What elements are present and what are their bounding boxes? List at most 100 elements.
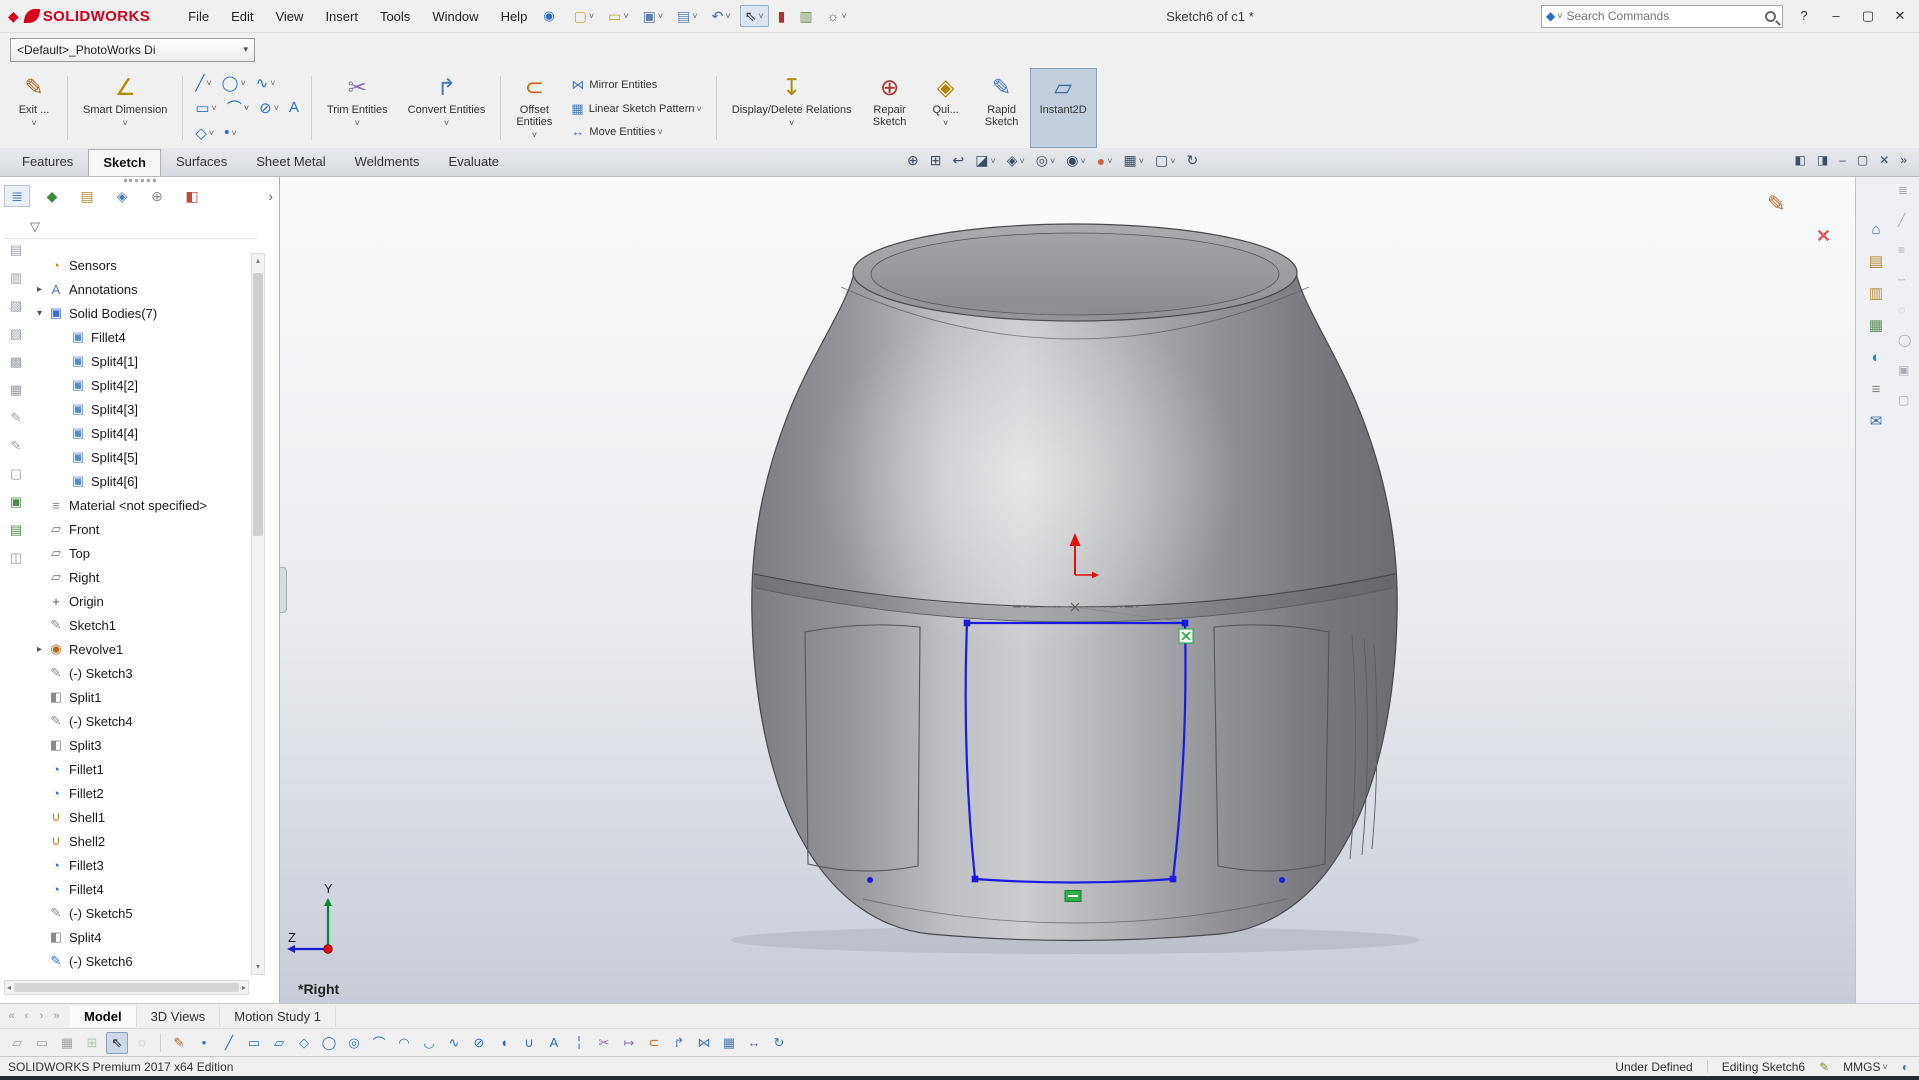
dropdown-caret-icon[interactable]: ˅ [943,118,948,128]
home-tab[interactable]: ⌂ [1861,217,1891,241]
close-button[interactable]: ✕ [1887,5,1913,27]
grid-settings-button[interactable]: ▦ [56,1032,78,1054]
circle-button[interactable]: ◯ [318,1032,340,1054]
file-explorer-tab[interactable]: ▥ [1861,281,1891,305]
move-entities-button[interactable]: ↔ Move Entities ˅ [566,121,706,142]
doc-close-button[interactable]: ✕ [1879,153,1889,167]
sketch-vertex[interactable] [971,875,979,883]
ellipse-tool-button[interactable]: ⊘ ˅ [254,97,284,119]
centerpoint-arc-tool-button[interactable]: ⌒ ˅ [222,95,254,120]
line-thickness-button[interactable]: ≡ [1898,241,1911,259]
centerline-button[interactable]: ╎ [568,1032,590,1054]
tree-item-sketch4[interactable]: ✎ (-) Sketch4 [30,709,249,733]
spline-tool-button[interactable]: ∿ ˅ [251,72,281,94]
scroll-left-icon[interactable]: ◂ [7,983,11,992]
tab-weldments[interactable]: Weldments [341,149,434,176]
doc-restore-button[interactable]: ▢ [1857,153,1868,167]
tree-item-right[interactable]: ▱ Right [30,565,249,589]
dropdown-caret-icon[interactable]: ˅ [789,118,794,128]
tree-item-split4-5[interactable]: ▣ Split4[5] [30,445,249,469]
tree-item-top[interactable]: ▱ Top [30,541,249,565]
collapse-arrow-icon[interactable]: ▾ [32,308,47,319]
tree-item-fillet3[interactable]: ◔ Fillet3 [30,853,249,877]
set-layer-button[interactable]: ▢ [1898,391,1911,409]
menu-view[interactable]: View [265,4,313,29]
tab-sheet-metal[interactable]: Sheet Metal [242,149,339,176]
view-orientation-button[interactable]: ◈ ˅ [1005,151,1027,170]
tree-item-fillet1[interactable]: ◔ Fillet1 [30,757,249,781]
linear-sketch-pattern-button[interactable]: ▦ Linear Sketch Pattern ˅ [566,98,706,120]
line-style-button[interactable]: ┄ [1898,271,1911,289]
tree-item-front[interactable]: ▱ Front [30,517,249,541]
menu-help[interactable]: Help [491,4,538,29]
perimeter-circle-button[interactable]: ◎ [343,1032,365,1054]
tab-model[interactable]: Model [70,1005,137,1027]
panel-tabs-overflow[interactable]: › [269,189,273,204]
tree-item-split4-1[interactable]: ▣ Split4[1] [30,349,249,373]
design-library-tab[interactable]: ▤ [1861,249,1891,273]
fullscreen-toggle-button[interactable]: ◨ [1817,153,1828,167]
sketch-vertex[interactable] [1181,619,1189,627]
tree-item-fillet4[interactable]: ◔ Fillet4 [30,877,249,901]
tab-features[interactable]: Features [8,149,87,176]
display-states-button[interactable]: ▢ [10,465,22,483]
help-button[interactable]: ? [1791,5,1817,27]
section-view-button[interactable]: ◪ ˅ [973,151,998,170]
suppress-button[interactable]: ▩ [10,353,22,371]
corner-rectangle-button[interactable]: ▭ [243,1032,265,1054]
parabola-button[interactable]: ∪ [518,1032,540,1054]
quick-snaps-button[interactable]: ◈ Qui... ˅ [918,68,974,148]
dropdown-caret-icon[interactable]: ˅ [697,104,702,114]
tree-item-sketch1[interactable]: ✎ Sketch1 [30,613,249,637]
dropdown-caret-icon[interactable]: ˅ [444,118,449,128]
search-input[interactable] [1562,9,1765,23]
barrel-top-face[interactable] [870,232,1280,316]
three-point-arc-button[interactable]: ◡ [418,1032,440,1054]
scroll-right-icon[interactable]: ▸ [242,983,246,992]
dropdown-caret-icon[interactable]: ˅ [532,130,537,140]
unsuppress-button[interactable]: ▦ [10,381,22,399]
confirm-cancel-icon[interactable]: ✕ [1816,226,1831,247]
edit-sketch-tool-button[interactable]: ✎ [11,437,22,455]
paste-item-button[interactable]: ▨ [10,325,22,343]
print-button[interactable]: ▤ ˅ [672,5,703,27]
polygon-tool-button[interactable]: ◇ ˅ [190,122,219,144]
hide-show-items-button[interactable]: ◉ ˅ [1064,151,1087,170]
dropdown-caret-icon[interactable]: ˅ [355,118,360,128]
dropdown-caret-icon[interactable]: ˅ [123,118,128,128]
partial-ellipse-button[interactable]: ◖ [493,1032,515,1054]
tab-motion-study-1[interactable]: Motion Study 1 [220,1005,336,1027]
menu-tools[interactable]: Tools [370,4,420,29]
instant2d-button[interactable]: ▱ Instant2D [1029,68,1097,148]
sketch-vertex[interactable] [963,619,971,627]
minimize-button[interactable]: – [1823,5,1849,27]
scene-tab[interactable]: ◧ [179,185,205,207]
dropdown-caret-icon[interactable]: ˅ [657,127,662,137]
tree-item-split4-3[interactable]: ▣ Split4[3] [30,397,249,421]
rebuild-button[interactable]: ▮ [773,5,791,27]
scroll-up-icon[interactable]: ▴ [252,254,264,268]
hide-tree-button[interactable]: ▤ [10,241,22,259]
appearances-tab[interactable]: ◐ [1861,345,1891,369]
edit-line-color-button[interactable]: ╱ [1898,211,1911,229]
maximize-button[interactable]: ▢ [1855,5,1881,27]
rapid-sketch-button[interactable]: ✎ Rapid Sketch [974,68,1030,148]
scrollbar-thumb[interactable] [14,983,239,992]
menu-file[interactable]: File [178,4,219,29]
relation-badge-horizontal[interactable] [1064,890,1082,902]
dimxpertmanager-tab[interactable]: ◈ [109,185,135,207]
sketch-vertex[interactable] [1169,875,1177,883]
circle-tool-button[interactable]: ◯ ˅ [217,72,251,94]
view-palette-tab[interactable]: ▦ [1861,313,1891,337]
isolate-button[interactable]: ◫ [10,549,22,567]
tree-item-origin[interactable]: + Origin [30,589,249,613]
mirror-entities-button[interactable]: ⋈ Mirror Entities [566,74,706,96]
tree-item-sensors[interactable]: ◔ Sensors [30,253,249,277]
point-button[interactable]: • [193,1032,215,1054]
next-tab-button[interactable]: › [34,1010,49,1022]
corner-rectangle-tool-button[interactable]: ▭ ˅ [190,97,221,119]
featuremanager-tab[interactable]: ≣ [4,185,30,207]
spline-button[interactable]: ∿ [443,1032,465,1054]
zoom-to-fit-button[interactable]: ⊕ [905,151,921,170]
search-box[interactable]: ◆ ˅ [1541,4,1783,28]
